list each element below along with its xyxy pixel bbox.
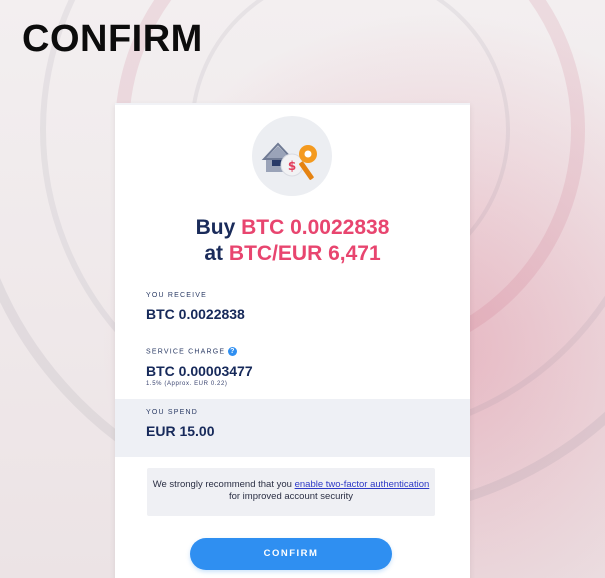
spend-label: YOU SPEND bbox=[146, 409, 199, 416]
svg-text:$: $ bbox=[288, 159, 296, 173]
spend-value: EUR 15.00 bbox=[146, 423, 215, 439]
house-money-key-icon: $ bbox=[252, 116, 332, 196]
spend-section: YOU SPEND EUR 15.00 bbox=[115, 399, 470, 457]
card-divider bbox=[115, 103, 470, 105]
receive-value: BTC 0.0022838 bbox=[146, 306, 245, 322]
order-title: Buy BTC 0.0022838 at BTC/EUR 6,471 bbox=[115, 215, 470, 267]
service-charge-label: SERVICE CHARGE? bbox=[146, 347, 253, 356]
enable-2fa-link[interactable]: enable two-factor authentication bbox=[295, 479, 430, 490]
receive-label: YOU RECEIVE bbox=[146, 292, 208, 299]
service-charge-label-text: SERVICE CHARGE bbox=[146, 348, 226, 356]
confirm-button[interactable]: CONFIRM bbox=[190, 538, 392, 570]
title-at: at bbox=[204, 242, 224, 265]
notice-text-after: for improved account security bbox=[228, 491, 354, 502]
title-amount: BTC 0.0022838 bbox=[241, 216, 390, 239]
notice-text-before: We strongly recommend that you bbox=[152, 479, 295, 490]
service-charge-value: BTC 0.00003477 bbox=[146, 363, 253, 379]
receive-section: YOU RECEIVE BTC 0.0022838 bbox=[146, 292, 245, 322]
title-rate: BTC/EUR 6,471 bbox=[228, 242, 381, 265]
service-charge-section: SERVICE CHARGE? BTC 0.00003477 1.5% (App… bbox=[146, 347, 253, 387]
security-notice: We strongly recommend that you enable tw… bbox=[147, 468, 435, 516]
page-title: CONFIRM bbox=[22, 18, 203, 60]
confirm-card: $ Buy BTC 0.0022838 at BTC/EUR 6,471 YOU… bbox=[115, 103, 470, 578]
title-verb: Buy bbox=[195, 216, 236, 239]
service-charge-detail: 1.5% (Approx. EUR 0.22) bbox=[146, 381, 228, 387]
question-circle-icon[interactable]: ? bbox=[228, 347, 238, 356]
